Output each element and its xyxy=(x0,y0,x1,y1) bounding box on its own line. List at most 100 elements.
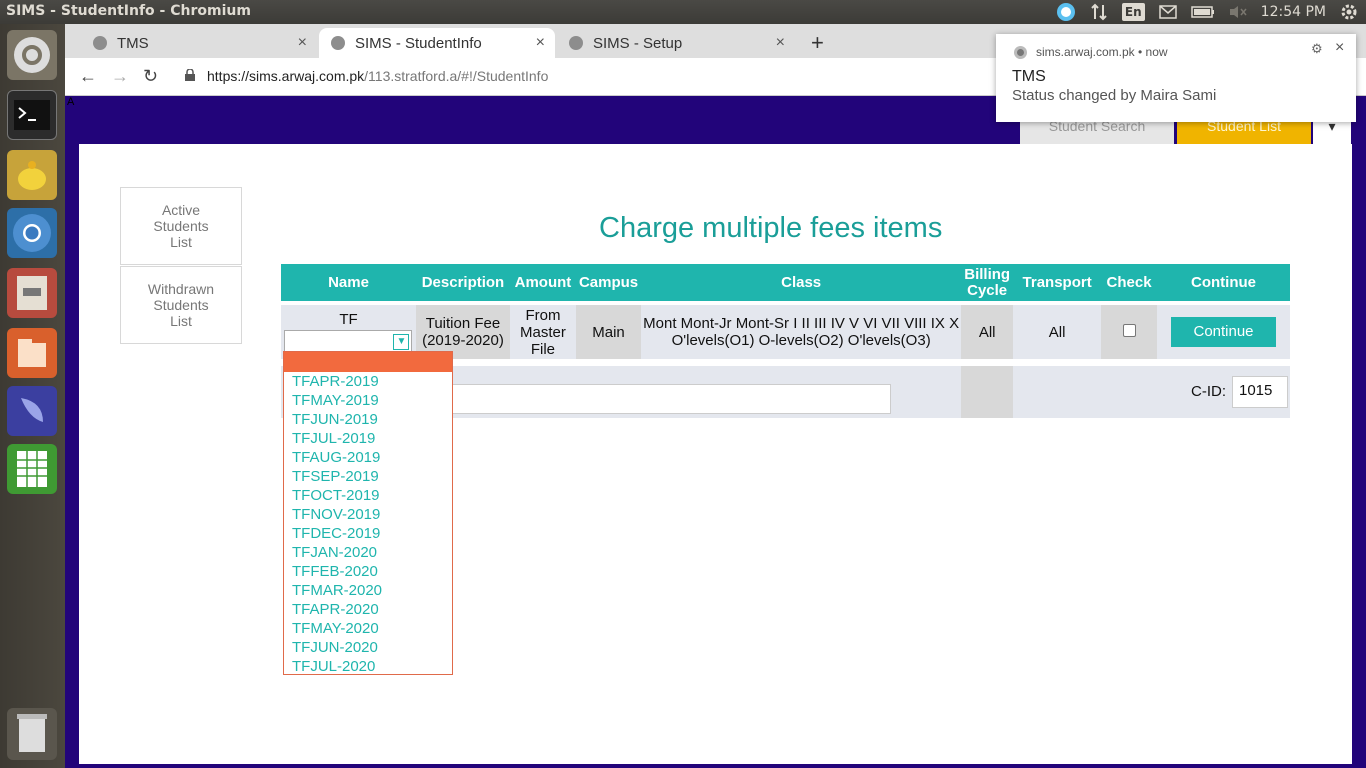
check-cell xyxy=(1101,305,1158,359)
column-header: Billing Cycle xyxy=(961,264,1014,301)
dropdown-option[interactable]: TFFEB-2020 xyxy=(284,562,452,581)
tab-label: TMS xyxy=(117,34,149,52)
column-header: Class xyxy=(641,264,962,301)
lock-icon[interactable] xyxy=(185,69,195,81)
tab-tms[interactable]: TMS × xyxy=(67,28,317,58)
close-tab-icon[interactable]: × xyxy=(536,34,545,52)
globe-icon xyxy=(93,36,107,50)
tab-sims-studentinfo[interactable]: SIMS - StudentInfo × xyxy=(319,28,555,58)
billing-cycle-cell: All xyxy=(961,305,1014,359)
settings-gear-icon[interactable] xyxy=(1340,3,1358,21)
teapot-app-icon[interactable] xyxy=(7,150,57,200)
chromium-icon xyxy=(1014,46,1027,59)
main-content: Active Students List Withdrawn Students … xyxy=(79,144,1352,764)
os-indicators: En 12:54 PM xyxy=(1056,0,1358,24)
tab-label: SIMS - Setup xyxy=(593,34,683,52)
column-header: Amount xyxy=(509,264,576,301)
dropdown-option[interactable]: TFJAN-2020 xyxy=(284,543,452,562)
document-viewer-icon[interactable] xyxy=(7,328,57,378)
cid-input[interactable]: 1015 xyxy=(1232,376,1288,408)
desktop-notification[interactable]: sims.arwaj.com.pk • now ⚙ × TMS Status c… xyxy=(996,34,1356,122)
dropdown-option[interactable]: TFJUL-2020 xyxy=(284,657,452,676)
shotwell-icon[interactable] xyxy=(7,386,57,436)
dropdown-option[interactable]: TFMAY-2019 xyxy=(284,391,452,410)
clock[interactable]: 12:54 PM xyxy=(1261,3,1326,21)
column-header: Description xyxy=(415,264,510,301)
column-header: Transport xyxy=(1013,264,1102,301)
tab-label: SIMS - StudentInfo xyxy=(355,34,482,52)
file-cabinet-icon[interactable] xyxy=(7,268,57,318)
row-checkbox[interactable] xyxy=(1122,323,1136,337)
gear-icon[interactable]: ⚙ xyxy=(1311,41,1323,57)
cid-label: C-ID: xyxy=(1191,383,1226,400)
class-cell: Mont Mont-Jr Mont-Sr I II III IV V VI VI… xyxy=(641,305,962,359)
new-tab-button[interactable]: + xyxy=(811,30,824,56)
dropdown-option[interactable]: TFJUN-2020 xyxy=(284,638,452,657)
terminal-icon[interactable] xyxy=(7,90,57,140)
notification-source: sims.arwaj.com.pk • now xyxy=(1036,45,1168,59)
active-students-list-button[interactable]: Active Students List xyxy=(120,187,242,265)
volume-muted-icon[interactable] xyxy=(1229,3,1247,21)
reload-button[interactable]: ↻ xyxy=(143,66,158,87)
battery-icon[interactable] xyxy=(1190,3,1215,21)
column-header: Check xyxy=(1101,264,1158,301)
amount-cell: From Master File xyxy=(509,305,576,359)
forward-button[interactable]: → xyxy=(111,66,129,87)
transport-cell: All xyxy=(1013,305,1102,359)
remarks-input[interactable] xyxy=(451,384,891,414)
mail-icon[interactable] xyxy=(1158,3,1177,21)
table-header-row: Name Description Amount Campus Class Bil… xyxy=(281,264,1290,301)
name-value: TF xyxy=(339,310,358,328)
corner-label: A xyxy=(67,96,75,108)
url-host: https://sims.arwaj.com.pk xyxy=(207,68,365,84)
notification-body: Status changed by Maira Sami xyxy=(1012,87,1217,104)
dropdown-option[interactable]: TFMAY-2020 xyxy=(284,619,452,638)
fee-item-dropdown-list: TFAPR-2019 TFMAY-2019 TFJUN-2019 TFJUL-2… xyxy=(283,351,453,675)
url-field[interactable]: https://sims.arwaj.com.pk/113.stratford.… xyxy=(207,68,548,84)
continue-cell: Continue xyxy=(1157,305,1290,359)
column-header: Name xyxy=(281,264,416,301)
notification-title: TMS xyxy=(1012,68,1046,85)
dropdown-option[interactable]: TFJUN-2019 xyxy=(284,410,452,429)
chromium-icon[interactable] xyxy=(7,208,57,258)
back-button[interactable]: ← xyxy=(79,66,97,87)
dropdown-option[interactable]: TFJUL-2019 xyxy=(284,429,452,448)
keyboard-language-indicator[interactable]: En xyxy=(1121,3,1145,21)
column-header: Campus xyxy=(575,264,642,301)
chevron-down-icon[interactable]: ▼ xyxy=(393,333,410,350)
continue-button[interactable]: Continue xyxy=(1171,317,1277,347)
unity-launcher xyxy=(0,24,65,768)
tab-sims-setup[interactable]: SIMS - Setup × xyxy=(557,28,795,58)
row-spacer xyxy=(961,366,1013,418)
dropdown-option[interactable]: TFMAR-2020 xyxy=(284,581,452,600)
dropdown-option[interactable]: TFAPR-2020 xyxy=(284,600,452,619)
skype-icon[interactable] xyxy=(1056,3,1076,21)
column-header: Continue xyxy=(1157,264,1290,301)
window-title: SIMS - StudentInfo - Chromium xyxy=(6,3,251,19)
ubuntu-dash-icon[interactable] xyxy=(7,30,57,80)
dropdown-option[interactable]: TFNOV-2019 xyxy=(284,505,452,524)
fee-item-select[interactable]: ▼ xyxy=(284,329,413,354)
globe-icon xyxy=(331,36,345,50)
spreadsheet-icon[interactable] xyxy=(7,444,57,494)
page-viewport: A Student Search Student List ▾ Active S… xyxy=(65,96,1366,768)
dropdown-option[interactable]: TFOCT-2019 xyxy=(284,486,452,505)
os-top-panel: SIMS - StudentInfo - Chromium En 12:54 P… xyxy=(0,0,1366,24)
dropdown-option[interactable]: TFDEC-2019 xyxy=(284,524,452,543)
dropdown-highlighted-option[interactable] xyxy=(284,352,452,372)
dropdown-option[interactable]: TFAUG-2019 xyxy=(284,448,452,467)
dropdown-option[interactable]: TFSEP-2019 xyxy=(284,467,452,486)
withdrawn-students-list-button[interactable]: Withdrawn Students List xyxy=(120,266,242,344)
network-icon[interactable] xyxy=(1090,3,1108,21)
globe-icon xyxy=(569,36,583,50)
campus-cell: Main xyxy=(575,305,642,359)
fees-table: Name Description Amount Campus Class Bil… xyxy=(281,260,1290,363)
close-tab-icon[interactable]: × xyxy=(776,34,785,52)
close-tab-icon[interactable]: × xyxy=(298,34,307,52)
close-icon[interactable]: × xyxy=(1335,39,1344,57)
dropdown-option[interactable]: TFAPR-2019 xyxy=(284,372,452,391)
trash-icon[interactable] xyxy=(7,708,57,760)
active-students-list-label: Active Students List xyxy=(153,202,209,250)
withdrawn-students-list-label: Withdrawn Students List xyxy=(147,281,215,329)
page-title: Charge multiple fees items xyxy=(599,212,943,244)
